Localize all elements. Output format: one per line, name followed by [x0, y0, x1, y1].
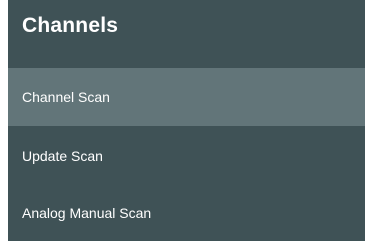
channels-menu: Channel Scan Update Scan Analog Manual S…	[8, 68, 365, 241]
page-title: Channels	[22, 14, 119, 37]
menu-item-update-scan[interactable]: Update Scan	[8, 126, 365, 186]
menu-item-channel-scan[interactable]: Channel Scan	[8, 68, 365, 126]
menu-item-analog-manual-scan[interactable]: Analog Manual Scan	[8, 186, 365, 241]
channels-panel: Channels Channel Scan Update Scan Analog…	[8, 0, 365, 241]
